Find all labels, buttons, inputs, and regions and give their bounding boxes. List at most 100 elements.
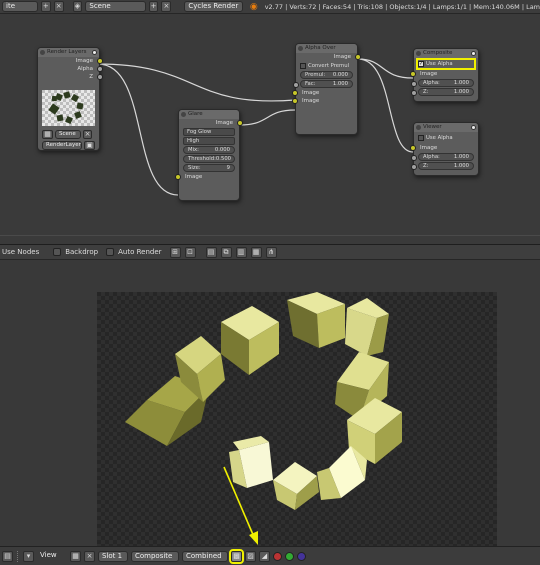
quality-select[interactable]: High: [183, 137, 235, 145]
alpha-field[interactable]: Alpha: 1.000: [411, 79, 474, 87]
socket-z-in[interactable]: [411, 90, 417, 96]
backdrop-checkbox[interactable]: [53, 248, 62, 256]
auto-render-label: Auto Render: [118, 248, 162, 256]
alpha-over-node[interactable]: Alpha Over Image Convert Premul Premul: 0…: [292, 43, 361, 135]
fac-field[interactable]: Fac: 1.000: [293, 80, 353, 88]
render-layers-node[interactable]: Render Layers Image Alpha Z ▦ Scene × Re…: [37, 47, 103, 151]
preview-toggle-icon[interactable]: [92, 50, 97, 55]
area-splitter[interactable]: [0, 235, 540, 244]
preview-toggle-icon[interactable]: [471, 51, 476, 56]
checker-alpha-icon[interactable]: ▩: [229, 548, 244, 564]
input-image-2: Image: [292, 97, 357, 105]
magnet-icon[interactable]: ⋔: [265, 246, 277, 258]
size-field[interactable]: Size: 9: [183, 164, 235, 172]
add-screen-icon[interactable]: +: [40, 1, 51, 12]
slot-select[interactable]: Slot 1: [98, 550, 128, 562]
lock-icon[interactable]: ⊡: [184, 246, 196, 258]
node-tree-icon[interactable]: ▤: [205, 246, 217, 258]
composite-node[interactable]: Composite ✓ Use Alpha Image Alpha: 1.000 Z…: [410, 48, 479, 102]
cube-1: [221, 306, 279, 375]
collapse-icon[interactable]: [298, 46, 303, 51]
grid-icon[interactable]: ▦: [250, 246, 262, 258]
collapse-icon[interactable]: [416, 125, 421, 130]
socket-image-out[interactable]: [355, 54, 361, 60]
z-buffer-icon[interactable]: ◢: [259, 550, 270, 562]
node-editor[interactable]: Render Layers Image Alpha Z ▦ Scene × Re…: [0, 14, 540, 235]
z-field[interactable]: Z: 1.000: [411, 88, 474, 96]
socket-fac-in[interactable]: [293, 82, 299, 88]
premul-field[interactable]: Premul: 0.000: [300, 71, 353, 79]
collapse-icon[interactable]: [181, 112, 186, 117]
use-nodes-label[interactable]: Use Nodes: [2, 248, 39, 256]
socket-image-in-1[interactable]: [292, 90, 298, 96]
render-engine-select[interactable]: Cycles Render: [184, 1, 243, 12]
mix-field[interactable]: Mix: 0.000: [183, 146, 235, 154]
render-layer-select[interactable]: RenderLayer: [42, 141, 82, 150]
socket-alpha-in[interactable]: [411, 81, 417, 87]
scene-field[interactable]: Scene: [85, 1, 146, 12]
socket-image-in[interactable]: [175, 174, 181, 180]
image-browse-icon[interactable]: ▦: [70, 550, 81, 562]
render-layers-header[interactable]: Render Layers: [38, 48, 99, 57]
paste-icon[interactable]: ▥: [235, 246, 247, 258]
socket-z-in[interactable]: [411, 164, 417, 170]
checkbox-icon[interactable]: [418, 135, 424, 141]
glare-node[interactable]: Glare Image Fog Glow High Mix: 0.000 Thre…: [175, 109, 243, 201]
wire-renderlayer-to-alphaover: [97, 63, 296, 102]
collapse-icon[interactable]: [40, 50, 45, 55]
pin-icon[interactable]: ×: [84, 550, 95, 562]
scene-select[interactable]: Scene: [55, 130, 81, 139]
use-alpha-checkbox[interactable]: Use Alpha: [418, 134, 474, 142]
snap-icon[interactable]: ⊞: [169, 246, 181, 258]
scene-browse-icon[interactable]: ▦: [42, 130, 53, 139]
glare-type-select[interactable]: Fog Glow: [183, 128, 235, 136]
socket-alpha-out[interactable]: [97, 66, 103, 72]
wire-alphaover-to-composite: [357, 58, 414, 79]
composite-select[interactable]: Composite: [131, 550, 179, 562]
collapse-icon[interactable]: [416, 51, 421, 56]
render-icon[interactable]: ▣: [84, 141, 95, 150]
combined-select[interactable]: Combined: [182, 550, 228, 562]
composite-header[interactable]: Composite: [414, 49, 478, 58]
use-alpha-checkbox[interactable]: ✓ Use Alpha: [416, 58, 476, 70]
socket-alpha-in[interactable]: [411, 155, 417, 161]
view-menu[interactable]: View: [37, 551, 63, 562]
scene-clear-icon[interactable]: ×: [83, 130, 92, 139]
glare-header[interactable]: Glare: [179, 110, 239, 119]
cube-6: [317, 446, 367, 500]
wire-glare-to-alphaover: [239, 109, 296, 126]
alpha-over-header[interactable]: Alpha Over: [296, 44, 357, 53]
cube-2: [287, 292, 345, 348]
alpha-field[interactable]: Alpha: 1.000: [411, 153, 474, 161]
socket-image-in[interactable]: [410, 145, 416, 151]
close-screen-icon[interactable]: ×: [53, 1, 64, 12]
editor-type-field[interactable]: ite: [2, 1, 38, 12]
add-scene-icon[interactable]: +: [148, 1, 159, 12]
render-preview-thumbnail: [42, 90, 95, 126]
socket-image-in[interactable]: [410, 71, 416, 77]
checkbox-icon[interactable]: [300, 63, 306, 69]
input-image: Image: [410, 70, 478, 78]
green-channel-icon[interactable]: [285, 551, 294, 561]
expand-menu-icon[interactable]: ▾: [23, 550, 34, 562]
socket-image-out[interactable]: [237, 120, 243, 126]
convert-premul-checkbox[interactable]: Convert Premul: [300, 62, 353, 70]
alpha-icon[interactable]: ▨: [245, 550, 256, 562]
threshold-field[interactable]: Threshold: 0.500: [183, 155, 235, 163]
auto-render-checkbox[interactable]: [106, 248, 115, 256]
viewer-node[interactable]: Viewer Use Alpha Image Alpha: 1.000 Z: 1.0…: [410, 122, 479, 176]
socket-image-in-2[interactable]: [292, 98, 298, 104]
preview-toggle-icon[interactable]: [471, 125, 476, 130]
viewer-header[interactable]: Viewer: [414, 123, 478, 132]
node-editor-header: Use Nodes Backdrop Auto Render ⊞ ⊡ ▤ ⧉ ▥…: [0, 244, 540, 260]
z-field[interactable]: Z: 1.000: [411, 162, 474, 170]
socket-image-out[interactable]: [97, 58, 103, 64]
socket-z-out[interactable]: [97, 74, 103, 80]
editor-type-icon[interactable]: ▤: [2, 550, 13, 562]
red-channel-icon[interactable]: [273, 551, 282, 561]
checkbox-checked-icon[interactable]: ✓: [418, 61, 424, 67]
close-scene-icon[interactable]: ×: [161, 1, 172, 12]
copy-icon[interactable]: ⧉: [220, 246, 232, 258]
blue-channel-icon[interactable]: [297, 551, 306, 561]
compositor-backdrop[interactable]: [0, 260, 540, 546]
